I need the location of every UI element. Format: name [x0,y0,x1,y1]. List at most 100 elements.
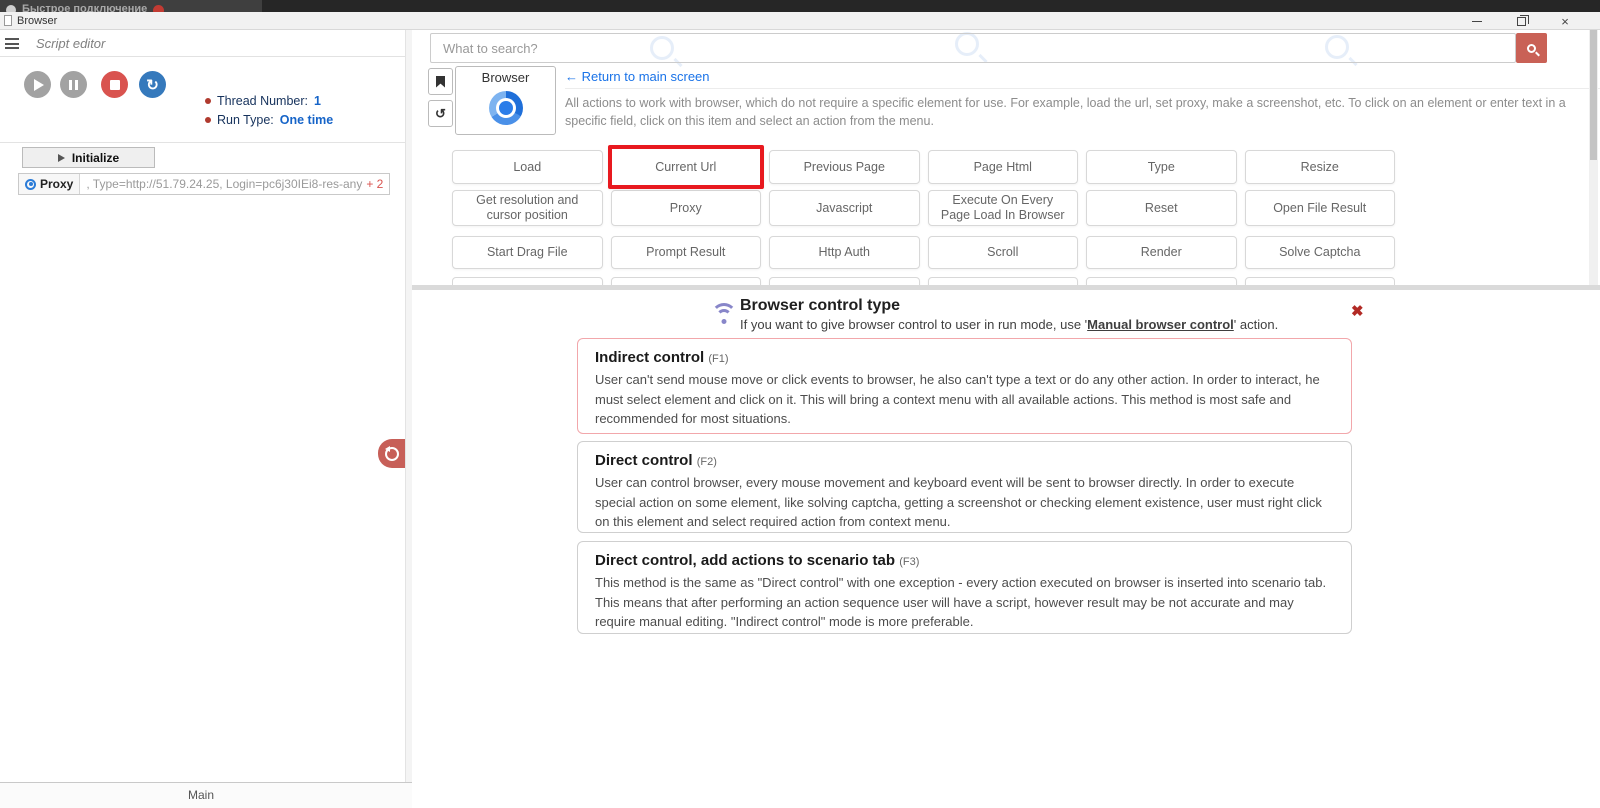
action-reset[interactable]: Reset [1086,190,1237,226]
taskbar-active-tab[interactable]: Быстрое подключение [0,0,262,12]
option-description: User can't send mouse move or click even… [595,370,1334,429]
stop-button[interactable] [101,71,128,98]
maximize-icon [1517,17,1526,26]
action-prompt-result[interactable]: Prompt Result [611,236,762,269]
action-render[interactable]: Render [1086,236,1237,269]
option-hotkey: (F3) [899,556,919,568]
option-direct-control-scenario[interactable]: Direct control, add actions to scenario … [577,541,1352,634]
bullet-icon [205,117,211,123]
popup-close-icon[interactable]: ✖ [1351,304,1364,319]
stop-icon [110,80,120,90]
return-to-main-link[interactable]: ← Return to main screen [565,69,710,84]
restore-icon [385,447,399,461]
action-scroll[interactable]: Scroll [928,236,1079,269]
tab-main[interactable]: Main [188,788,214,802]
maximize-button[interactable] [1504,12,1538,30]
action-grid-row: Load Current Url Previous Page Page Html… [452,150,1395,184]
window-titlebar: Browser × [0,12,1600,30]
action-page-html[interactable]: Page Html [928,150,1079,184]
close-button[interactable]: × [1548,12,1582,30]
bookmark-button[interactable] [428,68,453,95]
proxy-icon [25,179,36,190]
option-description: User can control browser, every mouse mo… [595,473,1334,532]
action-resize[interactable]: Resize [1245,150,1396,184]
chromium-browser-icon [489,91,523,125]
history-button[interactable]: ↺ [428,100,453,127]
search-input[interactable] [430,33,1516,63]
menu-icon[interactable] [5,38,19,49]
category-description: All actions to work with browser, which … [565,94,1600,130]
action-solve-captcha[interactable]: Solve Captcha [1245,236,1396,269]
action-grid-row-partial [452,277,1395,285]
taskbar-app-title: Быстрое подключение [22,3,147,12]
scrollbar-thumb[interactable] [1590,30,1597,160]
proxy-label-section: Proxy [19,174,80,194]
playback-controls: ↻ Thread Number: 1 Run Type: One time [0,57,405,143]
pause-button[interactable] [60,71,87,98]
action-button-partial[interactable] [1245,277,1396,285]
popup-subtitle-prefix: If you want to give browser control to u… [740,317,1087,332]
action-button-partial[interactable] [928,277,1079,285]
option-title: Direct control, add actions to scenario … [595,552,1334,569]
thread-number-value[interactable]: 1 [314,94,321,108]
bullet-icon [205,98,211,104]
option-indirect-control[interactable]: Indirect control (F1) User can't send mo… [577,338,1352,434]
minimize-icon [1472,21,1482,22]
popup-title: Browser control type [740,297,900,315]
search-button[interactable] [1516,33,1547,63]
action-previous-page[interactable]: Previous Page [769,150,920,184]
thread-number-row[interactable]: Thread Number: 1 [205,94,333,108]
play-button[interactable] [24,71,51,98]
panel-divider [405,30,412,782]
action-open-file-result[interactable]: Open File Result [1245,190,1396,226]
category-name: Browser [482,70,530,85]
browser-control-type-popup: Browser control type If you want to give… [412,285,1600,808]
proxy-value: , Type=http://51.79.24.25, Login=pc6j30I… [86,177,362,191]
action-type[interactable]: Type [1086,150,1237,184]
window-title: Browser [17,15,57,27]
initialize-label: Initialize [72,151,119,165]
action-button-partial[interactable] [769,277,920,285]
action-load[interactable]: Load [452,150,603,184]
proxy-extra-count: + 2 [366,177,383,191]
action-get-resolution[interactable]: Get resolution and cursor position [452,190,603,226]
play-icon [58,154,65,162]
wifi-icon [711,303,737,325]
panel-pull-handle[interactable] [378,439,406,468]
action-execute-on-page-load[interactable]: Execute On Every Page Load In Browser [928,190,1079,226]
action-proxy[interactable]: Proxy [611,190,762,226]
app-icon [6,5,16,12]
restart-button[interactable]: ↻ [139,71,166,98]
initialize-button[interactable]: Initialize [22,147,155,168]
option-title: Indirect control (F1) [595,349,1334,366]
manual-browser-control-link[interactable]: Manual browser control [1087,317,1234,332]
category-card-browser[interactable]: Browser [455,66,556,135]
action-browser-area: ↺ Browser ← Return to main screen All ac… [412,30,1600,808]
option-direct-control[interactable]: Direct control (F2) User can control bro… [577,441,1352,533]
minimize-button[interactable] [1460,12,1494,30]
proxy-label: Proxy [40,177,73,191]
pause-icon [69,80,78,90]
notification-badge [153,5,164,12]
run-settings: Thread Number: 1 Run Type: One time [205,94,333,132]
action-javascript[interactable]: Javascript [769,190,920,226]
play-icon [34,79,44,91]
script-editor-header: Script editor [0,30,405,57]
run-type-label: Run Type: [217,113,274,127]
bookmark-icon [436,76,445,88]
action-grid-row: Get resolution and cursor position Proxy… [452,190,1395,226]
search-icon [1527,44,1536,53]
proxy-action-row[interactable]: Proxy , Type=http://51.79.24.25, Login=p… [18,173,390,195]
action-button-partial[interactable] [611,277,762,285]
action-current-url[interactable]: Current Url [608,145,765,189]
action-button-partial[interactable] [1086,277,1237,285]
divider [565,88,1600,89]
action-start-drag-file[interactable]: Start Drag File [452,236,603,269]
run-type-value[interactable]: One time [280,113,334,127]
popup-subtitle: If you want to give browser control to u… [740,317,1278,332]
run-type-row[interactable]: Run Type: One time [205,113,333,127]
vertical-scrollbar[interactable] [1589,30,1598,285]
thread-number-label: Thread Number: [217,94,308,108]
action-button-partial[interactable] [452,277,603,285]
action-http-auth[interactable]: Http Auth [769,236,920,269]
